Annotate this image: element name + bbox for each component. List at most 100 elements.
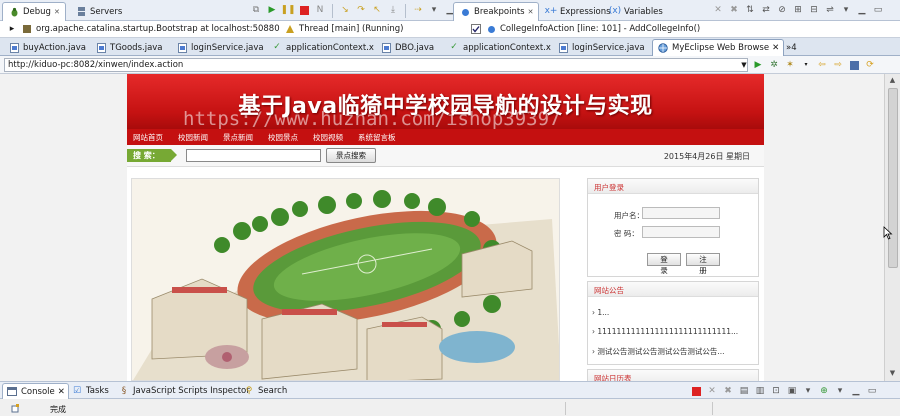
tab-debug[interactable]: Debug ✕	[2, 2, 66, 21]
close-icon[interactable]: ✕	[54, 8, 60, 16]
use-step-filters-icon[interactable]: ⇢	[412, 4, 424, 16]
editor-tab-active[interactable]: MyEclipse Web Browse ✕	[652, 39, 785, 56]
show-supported-icon[interactable]: ⇅	[744, 4, 756, 16]
nav-home[interactable]: 网站首页	[133, 132, 163, 143]
site-nav: 网站首页 校园新闻 景点新闻 校园景点 校园视频 系统留言板	[127, 129, 764, 145]
expand-arrow-icon[interactable]: ▸	[6, 23, 18, 35]
search-input[interactable]	[186, 149, 321, 162]
clear-console-icon[interactable]: ▤	[738, 385, 750, 397]
open-console-icon[interactable]: ⊕	[818, 385, 830, 397]
refresh-icon[interactable]: ⟳	[864, 59, 876, 71]
notice-item[interactable]: › 1...	[592, 308, 609, 317]
view-menu-icon[interactable]: ▾	[428, 4, 440, 16]
sidebar: 用户登录 用户名： 密 码： 登 录 注 册 网站公告 › 1... › 111…	[587, 178, 759, 381]
search-button[interactable]: 景点搜索	[326, 148, 376, 163]
tools-icon[interactable]: ✶	[784, 59, 796, 71]
url-field[interactable]: http://kiduo-pc:8082/xinwen/index.action	[4, 58, 748, 72]
tab-overflow[interactable]: »4	[782, 39, 801, 56]
go-icon[interactable]: ▶	[752, 59, 764, 71]
tab-breakpoints[interactable]: Breakpoints ✕	[453, 2, 540, 21]
nav-scenic-news[interactable]: 景点新闻	[223, 132, 253, 143]
tab-console[interactable]: Console ✕	[2, 383, 69, 399]
remove-all-icon[interactable]: ✖	[728, 4, 740, 16]
notice-item[interactable]: › 1111111111111111111111111111...	[592, 327, 738, 336]
thread-icon	[284, 23, 296, 35]
breakpoint-label: CollegeInfoAction [line: 101] - AddColle…	[500, 24, 701, 34]
tab-variables[interactable]: (x) Variables	[604, 2, 668, 21]
browser-toolbar: ▶ ✲ ✶ ▾ ⇦ ⇨ ⟳	[752, 59, 876, 71]
gear-icon[interactable]: ✲	[768, 59, 780, 71]
stop-icon[interactable]	[848, 59, 860, 71]
view-menu-icon[interactable]: ▾	[840, 4, 852, 16]
tools-dropdown-icon[interactable]: ▾	[800, 59, 812, 71]
console-icon	[6, 386, 18, 398]
dropdown-arrow-icon[interactable]: ▼	[738, 59, 750, 71]
step-return-icon[interactable]: ↖	[371, 4, 383, 16]
step-over-icon[interactable]: ↷	[355, 4, 367, 16]
notice-panel-title: 网站公告	[588, 282, 758, 297]
scroll-lock-icon[interactable]: ▥	[754, 385, 766, 397]
link-icon[interactable]: ⇌	[824, 4, 836, 16]
nav-guestbook[interactable]: 系统留言板	[358, 132, 396, 143]
remove-launches-icon[interactable]: ⧉	[250, 4, 262, 16]
expand-all-icon[interactable]: ⊞	[792, 4, 804, 16]
terminate-icon[interactable]	[298, 4, 310, 16]
search-label: 搜 索：	[127, 149, 177, 162]
notice-item[interactable]: › 测试公告测试公告测试公告测试公告...	[592, 346, 725, 357]
pin-console-icon[interactable]: ⊡	[770, 385, 782, 397]
close-icon[interactable]: ✕	[772, 43, 779, 53]
disconnect-icon[interactable]: N	[314, 4, 326, 16]
debug-process-item[interactable]: ▸ org.apache.catalina.startup.Bootstrap …	[6, 23, 280, 35]
tab-js-inspector[interactable]: § JavaScript Scripts Inspector	[115, 383, 253, 399]
scroll-down-icon[interactable]: ▼	[887, 369, 898, 379]
top-view-bar: Debug ✕ Servers ⧉ ▶ ❚❚ N ↘ ↷ ↖ ⤓ ⇢ ▾ ▁ ▭…	[0, 0, 900, 21]
terminate-icon[interactable]	[690, 385, 702, 397]
display-console-icon[interactable]: ▾	[802, 385, 814, 397]
remove-launch-icon[interactable]: ✕	[706, 385, 718, 397]
nav-campus-spots[interactable]: 校园景点	[268, 132, 298, 143]
minimize-icon[interactable]: ▁	[850, 385, 862, 397]
debug-thread-item[interactable]: Thread [main] (Running)	[284, 23, 403, 35]
calendar-panel-title: 网站日历表	[588, 370, 758, 381]
editor-tab[interactable]: ✓ applicationContext.x	[267, 39, 378, 56]
nav-campus-video[interactable]: 校园视频	[313, 132, 343, 143]
breakpoint-item[interactable]: CollegeInfoAction [line: 101] - AddColle…	[470, 23, 700, 35]
collapse-all-icon[interactable]: ⊟	[808, 4, 820, 16]
step-into-icon[interactable]: ↘	[339, 4, 351, 16]
tab-search[interactable]: ⚲ Search	[240, 383, 290, 399]
fast-view-icon[interactable]	[10, 402, 22, 414]
editor-tab[interactable]: buyAction.java	[4, 39, 90, 56]
close-icon[interactable]: ✕	[528, 8, 534, 16]
suspend-icon[interactable]: ❚❚	[280, 4, 295, 16]
back-icon[interactable]: ⇦	[816, 59, 828, 71]
remove-all-icon[interactable]: ✖	[722, 385, 734, 397]
editor-tab[interactable]: DBO.java	[376, 39, 438, 56]
resume-icon[interactable]: ▶	[266, 4, 278, 16]
tab-servers-label: Servers	[90, 6, 123, 17]
go-to-file-icon[interactable]: ⇄	[760, 4, 772, 16]
skip-breakpoints-icon[interactable]: ⊘	[776, 4, 788, 16]
minimize-icon[interactable]: ▁	[856, 4, 868, 16]
remove-breakpoint-icon[interactable]: ✕	[712, 4, 724, 16]
breakpoint-checkbox[interactable]	[470, 23, 482, 35]
breakpoint-icon	[459, 6, 471, 18]
register-button[interactable]: 注 册	[686, 253, 720, 275]
scroll-up-icon[interactable]: ▲	[887, 76, 898, 86]
editor-tab[interactable]: TGoods.java	[91, 39, 167, 56]
editor-tab[interactable]: loginService.java	[172, 39, 268, 56]
username-field[interactable]	[642, 207, 720, 219]
tab-tasks[interactable]: ☑ Tasks	[68, 383, 112, 399]
login-button[interactable]: 登 录	[647, 253, 681, 275]
view-menu-icon[interactable]: ▾	[834, 385, 846, 397]
show-on-output-icon[interactable]: ▣	[786, 385, 798, 397]
editor-tab[interactable]: ✓ applicationContext.x	[444, 39, 555, 56]
maximize-icon[interactable]: ▭	[872, 4, 884, 16]
nav-campus-news[interactable]: 校园新闻	[178, 132, 208, 143]
close-icon[interactable]: ✕	[58, 387, 65, 397]
password-field[interactable]	[642, 226, 720, 238]
drop-to-frame-icon[interactable]: ⤓	[387, 4, 399, 16]
forward-icon[interactable]: ⇨	[832, 59, 844, 71]
maximize-icon[interactable]: ▭	[866, 385, 878, 397]
editor-tab[interactable]: loginService.java	[553, 39, 649, 56]
tab-servers[interactable]: Servers	[70, 2, 127, 21]
